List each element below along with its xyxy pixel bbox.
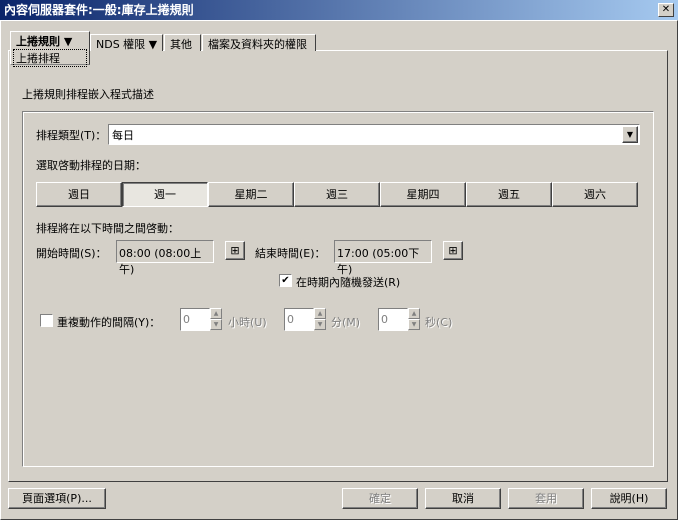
apply-button[interactable]: 套用 <box>508 488 584 509</box>
tab-other[interactable]: 其他 <box>164 34 201 51</box>
schedule-type-label: 排程類型(T)： <box>36 129 107 142</box>
page-options-button[interactable]: 頁面選項(P)... <box>8 488 106 509</box>
ok-button[interactable]: 確定 <box>342 488 418 509</box>
end-time-field[interactable]: 17:00 (05:00下午) <box>334 240 432 276</box>
subtab-rollup-schedule[interactable]: 上捲排程 <box>13 49 87 67</box>
tab-label: 上捲規則 ▼ <box>16 35 73 48</box>
tab-nds-rights[interactable]: NDS 權限 ▼ <box>90 34 163 51</box>
repeat-label: 重複動作的間隔(Y)： <box>57 316 161 329</box>
start-time-field[interactable]: 08:00 (08:00上午) <box>116 240 214 276</box>
tab-rollup-rules[interactable]: 上捲規則 ▼ 上捲排程 <box>10 31 90 67</box>
hours-spinner[interactable]: ▲ ▼ <box>210 308 222 330</box>
tab-file-folder-rights[interactable]: 檔案及資料夾的權限 <box>202 34 316 51</box>
seconds-label: 秒(C) <box>425 316 453 329</box>
clock-icon: ⊞ <box>230 244 240 257</box>
help-button[interactable]: 說明(H) <box>591 488 667 509</box>
chevron-down-icon[interactable]: ▼ <box>622 126 638 143</box>
schedule-type-select[interactable]: 每日 ▼ <box>108 124 640 145</box>
day-friday[interactable]: 週五 <box>466 182 552 207</box>
day-prompt: 選取啓動排程的日期： <box>36 159 146 172</box>
end-time-label: 結束時間(E)： <box>255 247 326 260</box>
random-checkbox[interactable]: ✔ <box>279 274 292 287</box>
day-thursday[interactable]: 星期四 <box>380 182 466 207</box>
seconds-spinner[interactable]: ▲ ▼ <box>408 308 420 330</box>
cancel-button[interactable]: 取消 <box>425 488 501 509</box>
day-monday[interactable]: 週一 <box>122 182 208 207</box>
start-time-picker-button[interactable]: ⊞ <box>225 241 245 260</box>
close-button[interactable]: ✕ <box>658 3 674 17</box>
day-wednesday[interactable]: 週三 <box>294 182 380 207</box>
section-title: 上捲規則排程嵌入程式描述 <box>22 88 154 101</box>
end-time-picker-button[interactable]: ⊞ <box>443 241 463 260</box>
minutes-input[interactable]: 0 <box>284 308 314 331</box>
time-prompt: 排程將在以下時間之間啓動： <box>36 222 179 235</box>
checkmark-icon: ✔ <box>281 275 290 286</box>
hours-input[interactable]: 0 <box>180 308 210 331</box>
minutes-label: 分(M) <box>331 316 361 329</box>
day-tuesday[interactable]: 星期二 <box>208 182 294 207</box>
repeat-checkbox[interactable] <box>40 314 53 327</box>
random-label: 在時期內隨機發送(R) <box>296 276 401 289</box>
clock-icon: ⊞ <box>448 244 458 257</box>
title-bar: 內容伺服器套件:一般:庫存上捲規則 <box>0 0 678 20</box>
schedule-type-value: 每日 <box>112 129 134 142</box>
day-sunday[interactable]: 週日 <box>36 182 122 207</box>
minutes-spinner[interactable]: ▲ ▼ <box>314 308 326 330</box>
seconds-input[interactable]: 0 <box>378 308 408 331</box>
hours-label: 小時(U) <box>228 316 267 329</box>
day-saturday[interactable]: 週六 <box>552 182 638 207</box>
window-title: 內容伺服器套件:一般:庫存上捲規則 <box>4 3 194 17</box>
start-time-label: 開始時間(S)： <box>36 247 107 260</box>
